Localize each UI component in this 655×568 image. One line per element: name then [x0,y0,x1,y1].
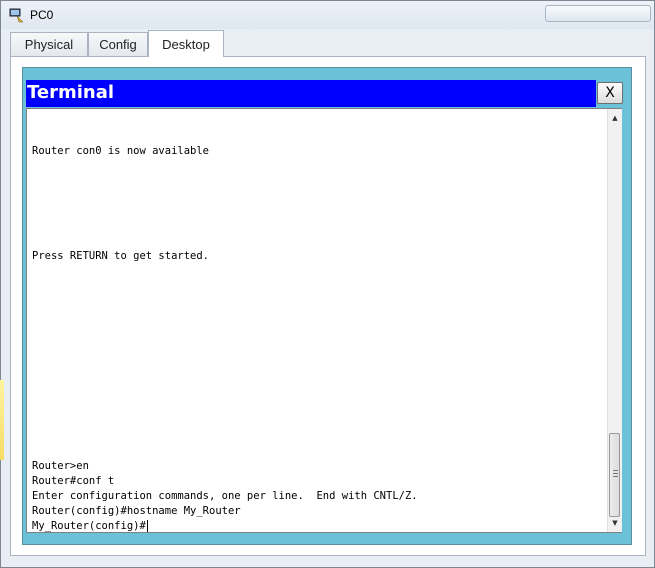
console-line: Router(config)#hostname My_Router [32,505,241,517]
window-controls[interactable] [545,5,651,22]
console-line: Router>en [32,460,89,472]
thumb-grip [613,476,618,477]
title-bar: PC0 [1,1,654,29]
console-line: Router con0 is now available [32,145,210,157]
text-cursor [146,520,148,532]
terminal-title: Terminal [27,82,115,103]
terminal-close-button[interactable]: X [597,82,623,104]
console-prompt-line[interactable]: My_Router(config)# [32,519,148,533]
thumb-grip [613,470,618,471]
console-line: Enter configuration commands, one per li… [32,490,418,502]
scroll-down-arrow-icon[interactable]: ▼ [608,516,622,530]
packet-tracer-pc-icon [8,7,24,23]
background-strip [0,380,4,460]
scrollbar-thumb[interactable] [609,433,620,517]
console-line: Router#conf t [32,475,115,487]
tab-config[interactable]: Config [88,32,148,56]
thumb-grip [613,473,618,474]
console-prompt: My_Router(config)# [32,520,146,532]
tab-desktop[interactable]: Desktop [148,30,224,57]
terminal-console[interactable]: Router con0 is now available Press RETUR… [26,108,622,533]
window-title: PC0 [30,8,54,22]
tab-physical[interactable]: Physical [10,32,88,56]
scroll-up-arrow-icon[interactable]: ▲ [608,111,622,125]
terminal-header: Terminal [26,80,596,107]
terminal-scrollbar[interactable]: ▲ ▼ [607,109,622,532]
console-line: Press RETURN to get started. [32,250,210,262]
